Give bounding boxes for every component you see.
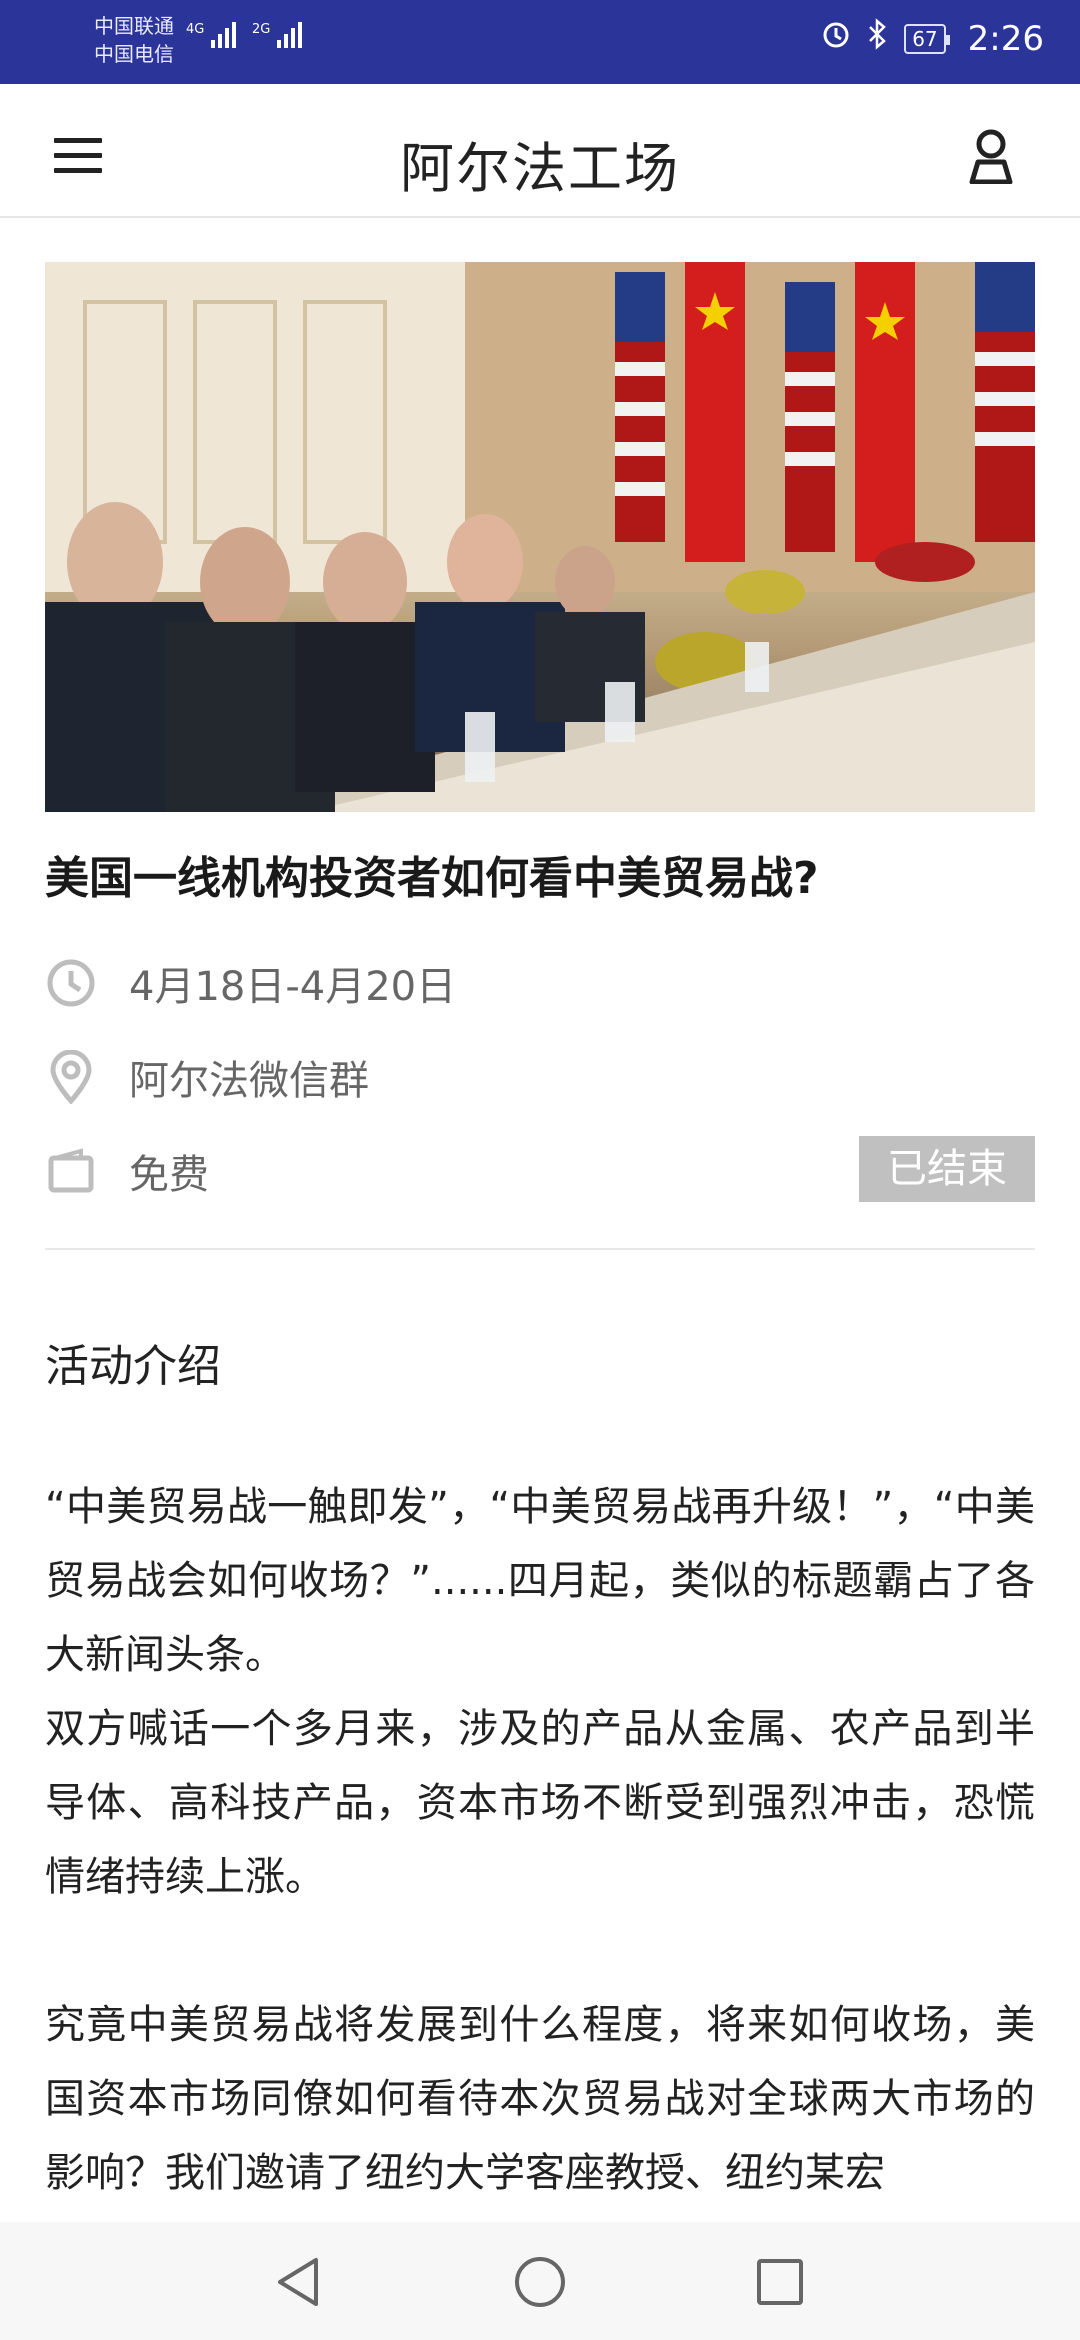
battery-indicator: 67 bbox=[904, 23, 951, 54]
description-paragraph-1: “中美贸易战一触即发”，“中美贸易战再升级！”，“中美贸易战会如何收场？”...… bbox=[45, 1484, 1035, 1678]
carrier-1: 中国联通 bbox=[94, 14, 174, 38]
description-paragraph-3: 究竟中美贸易战将发展到什么程度，将来如何收场，美国资本市场同僚如何看待本次贸易战… bbox=[45, 2002, 1035, 2196]
network-type-2: 2G bbox=[252, 22, 271, 37]
clock-icon bbox=[45, 957, 97, 1009]
event-location: 阿尔法微信群 bbox=[129, 1058, 369, 1104]
description-heading: 活动介绍 bbox=[45, 1341, 221, 1392]
wallet-icon bbox=[45, 1145, 97, 1197]
event-title: 美国一线机构投资者如何看中美贸易战? bbox=[45, 853, 819, 904]
system-nav-bar bbox=[0, 2222, 1080, 2340]
back-triangle-icon[interactable] bbox=[272, 2254, 328, 2310]
location-pin-icon bbox=[45, 1050, 97, 1104]
event-date: 4月18日-4月20日 bbox=[129, 964, 457, 1010]
carrier-labels: 中国联通 中国电信 bbox=[94, 12, 174, 68]
app-bar: 阿尔法工场 bbox=[0, 84, 1080, 218]
status-bar: 中国联通 中国电信 4G 2G 67 2:26 bbox=[0, 0, 1080, 84]
user-profile-icon[interactable] bbox=[968, 128, 1014, 185]
event-status-badge: 已结束 bbox=[859, 1136, 1035, 1202]
event-date-row: 4月18日-4月20日 bbox=[45, 948, 1035, 1018]
description-body: “中美贸易战一触即发”，“中美贸易战再升级！”，“中美贸易战会如何收场？”...… bbox=[45, 1470, 1035, 2210]
event-price: 免费 bbox=[129, 1152, 209, 1198]
home-circle-icon[interactable] bbox=[512, 2254, 568, 2310]
event-banner-image bbox=[45, 262, 1035, 812]
event-location-row: 阿尔法微信群 bbox=[45, 1042, 1035, 1112]
description-paragraph-2: 双方喊话一个多月来，涉及的产品从金属、农产品到半导体、高科技产品，资本市场不断受… bbox=[45, 1706, 1035, 1900]
recents-square-icon[interactable] bbox=[752, 2254, 808, 2310]
network-type-1: 4G bbox=[186, 22, 205, 37]
app-title: 阿尔法工场 bbox=[400, 137, 680, 200]
carrier-2: 中国电信 bbox=[94, 42, 174, 66]
clock-time: 2:26 bbox=[967, 18, 1044, 59]
section-divider bbox=[45, 1248, 1035, 1250]
bluetooth-icon bbox=[866, 18, 890, 59]
signal-1-icon: 4G bbox=[186, 22, 237, 48]
alarm-icon bbox=[820, 18, 852, 59]
signal-2-icon: 2G bbox=[252, 22, 303, 48]
